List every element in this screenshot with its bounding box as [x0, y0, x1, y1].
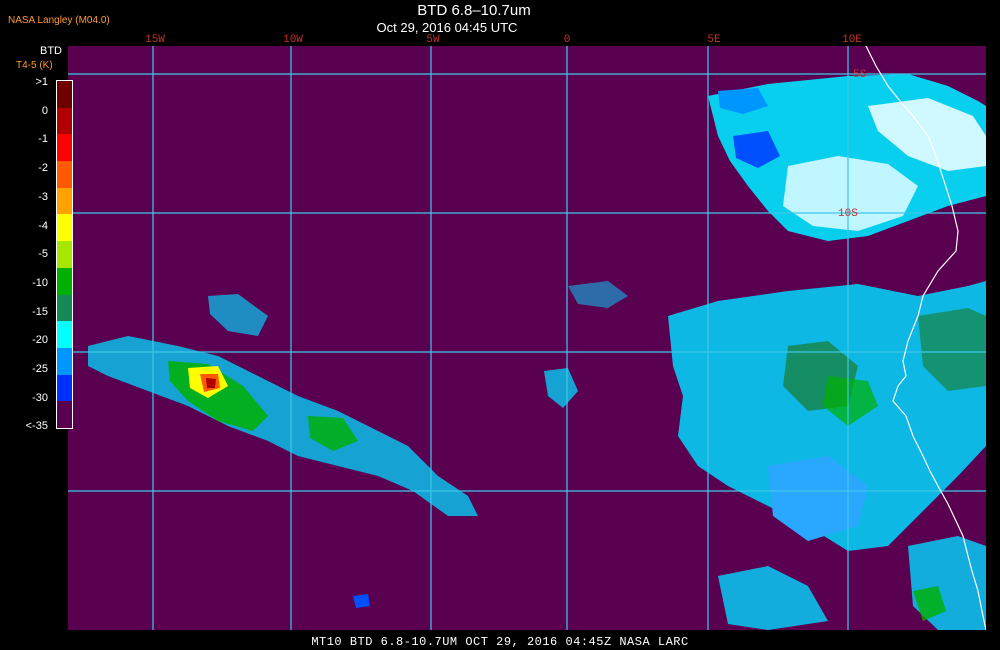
colorbar-tick-label: -30	[32, 391, 48, 404]
product-title: BTD 6.8–10.7um	[417, 2, 531, 19]
legend-subtitle: T4-5 (K)	[16, 60, 53, 71]
colorbar-segment	[57, 81, 72, 108]
colorbar-segment	[57, 267, 72, 295]
colorbar-segment	[57, 374, 72, 402]
lon-label-0: 0	[563, 34, 571, 46]
colorbar-segment	[57, 107, 72, 135]
lon-label-5e: 5E	[707, 34, 721, 46]
colorbar-segment	[57, 134, 72, 162]
colorbar-segment	[57, 161, 72, 188]
colorbar-tick-label: -2	[38, 162, 48, 175]
observation-time: Oct 29, 2016 04:45 UTC	[376, 20, 518, 35]
lat-label-5s: 5S	[853, 69, 867, 81]
colorbar-tick-label: -10	[32, 276, 48, 289]
colorbar-tick-label: -5	[38, 248, 48, 261]
colorbar-tick-label: -4	[38, 219, 48, 232]
colorbar-segment	[57, 321, 72, 348]
colorbar-segment	[57, 401, 72, 428]
lon-label-10w: 10W	[283, 34, 303, 46]
colorbar-tick-label: <-35	[25, 420, 48, 433]
lon-label-15w: 15W	[145, 34, 165, 46]
cloud-south-speck	[353, 594, 370, 608]
lon-label-10e: 10E	[842, 34, 862, 46]
colorbar-tick-label: -25	[32, 363, 48, 375]
lat-label-10s: 10S	[838, 208, 858, 220]
colorbar-tick-label: -3	[38, 190, 48, 203]
cloud-west-red	[206, 378, 216, 388]
colorbar-segment	[57, 187, 72, 215]
colorbar-segment	[57, 294, 72, 322]
colorbar-tick-label: -15	[32, 305, 48, 318]
colorbar-tick-label: -20	[32, 334, 48, 347]
colorbar-segment	[57, 214, 72, 242]
colorbar-tick-label: >1	[35, 76, 48, 88]
image-footer: MT10 BTD 6.8-10.7UM OCT 29, 2016 04:45Z …	[311, 635, 689, 649]
lon-label-5w: 5W	[426, 34, 440, 46]
colorbar-tick-label: 0	[41, 104, 48, 117]
legend-title: BTD	[40, 45, 62, 57]
satellite-map: 5S 10S	[68, 46, 986, 630]
colorbar-tick-label: -1	[38, 133, 48, 146]
colorbar-segment	[57, 347, 72, 375]
colorbar	[56, 80, 73, 429]
colorbar-segment	[57, 241, 72, 268]
